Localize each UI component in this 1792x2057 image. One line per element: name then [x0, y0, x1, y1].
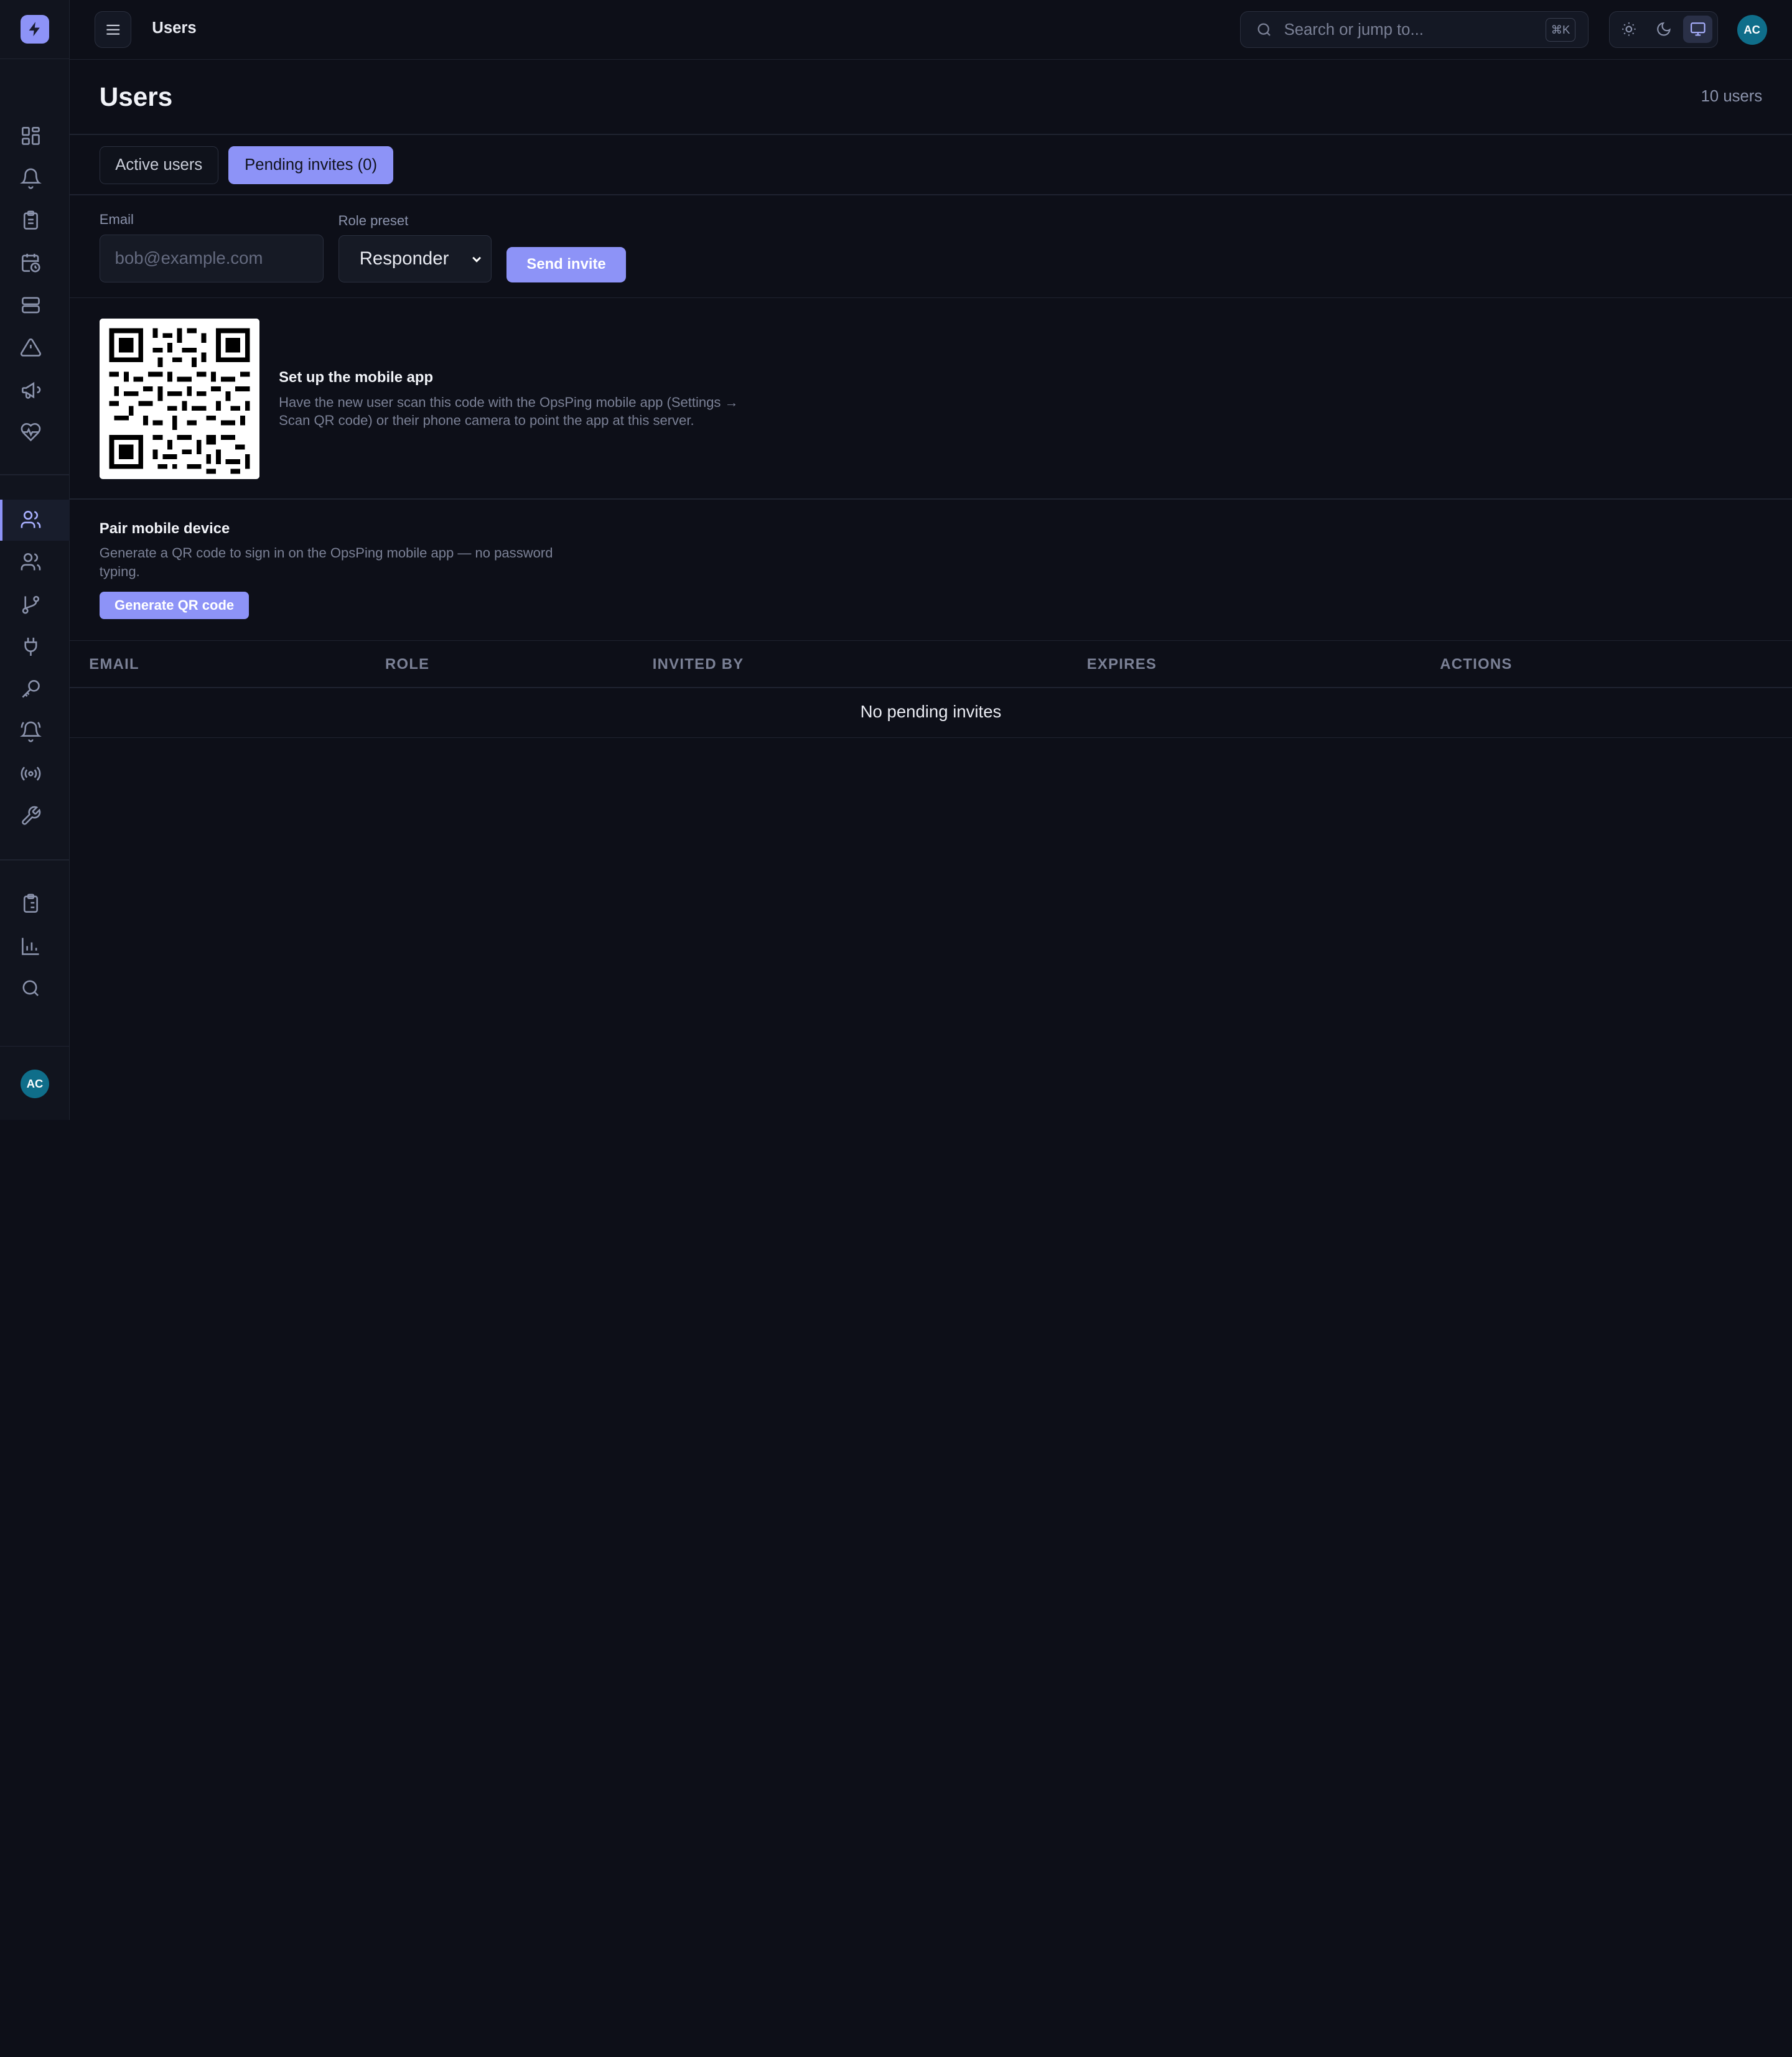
topbar-title: Users: [152, 19, 197, 37]
bolt-icon[interactable]: [21, 14, 49, 44]
megaphone-icon[interactable]: [18, 377, 43, 402]
user-avatar[interactable]: AC: [1737, 14, 1767, 45]
column-header-role[interactable]: ROLE: [385, 656, 429, 673]
divider: [70, 498, 1792, 500]
column-header-actions: ACTIONS: [1440, 656, 1513, 673]
menu-button[interactable]: [95, 11, 132, 49]
divider: [70, 297, 1792, 299]
topbar: Users Search or jump to... ⌘K AC: [70, 0, 1792, 60]
generate-qr-button[interactable]: Generate QR code: [99, 592, 250, 620]
divider: [70, 194, 1792, 196]
role-select[interactable]: Responder: [338, 235, 492, 282]
wrench-icon[interactable]: [18, 803, 43, 828]
email-field[interactable]: [99, 234, 324, 282]
clipboard-list-icon[interactable]: [18, 892, 43, 917]
broadcast-icon[interactable]: [18, 761, 43, 786]
calendar-clock-icon[interactable]: [18, 250, 43, 275]
tab-pending-invites[interactable]: Pending invites (0): [228, 146, 393, 184]
main-content: Users 10 users Active users Pending invi…: [70, 60, 1792, 1120]
users-icon[interactable]: [18, 549, 43, 574]
heart-pulse-icon[interactable]: [18, 419, 43, 444]
dashboard-icon[interactable]: [18, 123, 43, 148]
search-icon: [1258, 23, 1271, 36]
bell-icon[interactable]: [18, 166, 43, 190]
key-icon[interactable]: [18, 676, 43, 701]
divider: [70, 133, 1792, 135]
monitor-icon[interactable]: [1682, 15, 1713, 43]
git-branch-icon[interactable]: [18, 592, 43, 617]
role-select-value: Responder: [359, 248, 449, 269]
plug-icon[interactable]: [18, 634, 43, 659]
page-title: Users: [99, 82, 173, 112]
search-placeholder: Search or jump to...: [1284, 21, 1424, 39]
divider: [70, 640, 1792, 641]
moon-icon[interactable]: [1649, 16, 1679, 43]
column-header-email[interactable]: EMAIL: [89, 656, 139, 673]
sidebar-divider: [0, 859, 70, 861]
alert-triangle-icon[interactable]: [18, 335, 43, 360]
server-icon[interactable]: [18, 292, 43, 317]
sidebar-divider: [0, 1045, 70, 1047]
tab-active-users[interactable]: Active users: [99, 146, 218, 184]
pair-device-title: Pair mobile device: [99, 520, 230, 537]
column-header-expires[interactable]: EXPIRES: [1087, 656, 1157, 673]
sidebar-active-indicator: [0, 499, 2, 541]
sidebar-divider: [0, 474, 70, 476]
search-icon[interactable]: [18, 976, 43, 1001]
pair-device-description: Generate a QR code to sign in on the Ops…: [99, 545, 553, 579]
send-invite-button[interactable]: Send invite: [506, 246, 627, 282]
role-label: Role preset: [338, 212, 409, 228]
sun-icon[interactable]: [1614, 16, 1644, 43]
column-header-invited-by[interactable]: INVITED BY: [653, 656, 744, 673]
app-root: AC Users Search or jump to... ⌘K AC User…: [0, 0, 1792, 1120]
mobile-setup-title: Set up the mobile app: [279, 369, 434, 386]
hamburger-icon: [106, 24, 120, 35]
bar-chart-icon[interactable]: [18, 934, 43, 959]
bell-ring-icon[interactable]: [18, 719, 43, 744]
mobile-setup-description: Have the new user scan this code with th…: [279, 394, 739, 429]
avatar[interactable]: AC: [21, 1070, 49, 1099]
search-input[interactable]: Search or jump to... ⌘K: [1239, 11, 1589, 49]
email-label: Email: [99, 211, 134, 227]
table-row-divider: [70, 737, 1792, 739]
user-count: 10 users: [1701, 88, 1763, 106]
qr-code-icon: [99, 319, 259, 479]
sidebar: AC: [0, 0, 70, 1120]
chevron-down-icon: [472, 256, 481, 263]
empty-state-message: No pending invites: [860, 701, 1002, 721]
sidebar-divider: [0, 58, 70, 60]
search-shortcut-badge: ⌘K: [1546, 17, 1575, 42]
user-icon[interactable]: [18, 507, 43, 532]
table-header-divider: [70, 686, 1792, 688]
theme-switcher: [1609, 11, 1718, 49]
clipboard-icon[interactable]: [18, 208, 43, 233]
